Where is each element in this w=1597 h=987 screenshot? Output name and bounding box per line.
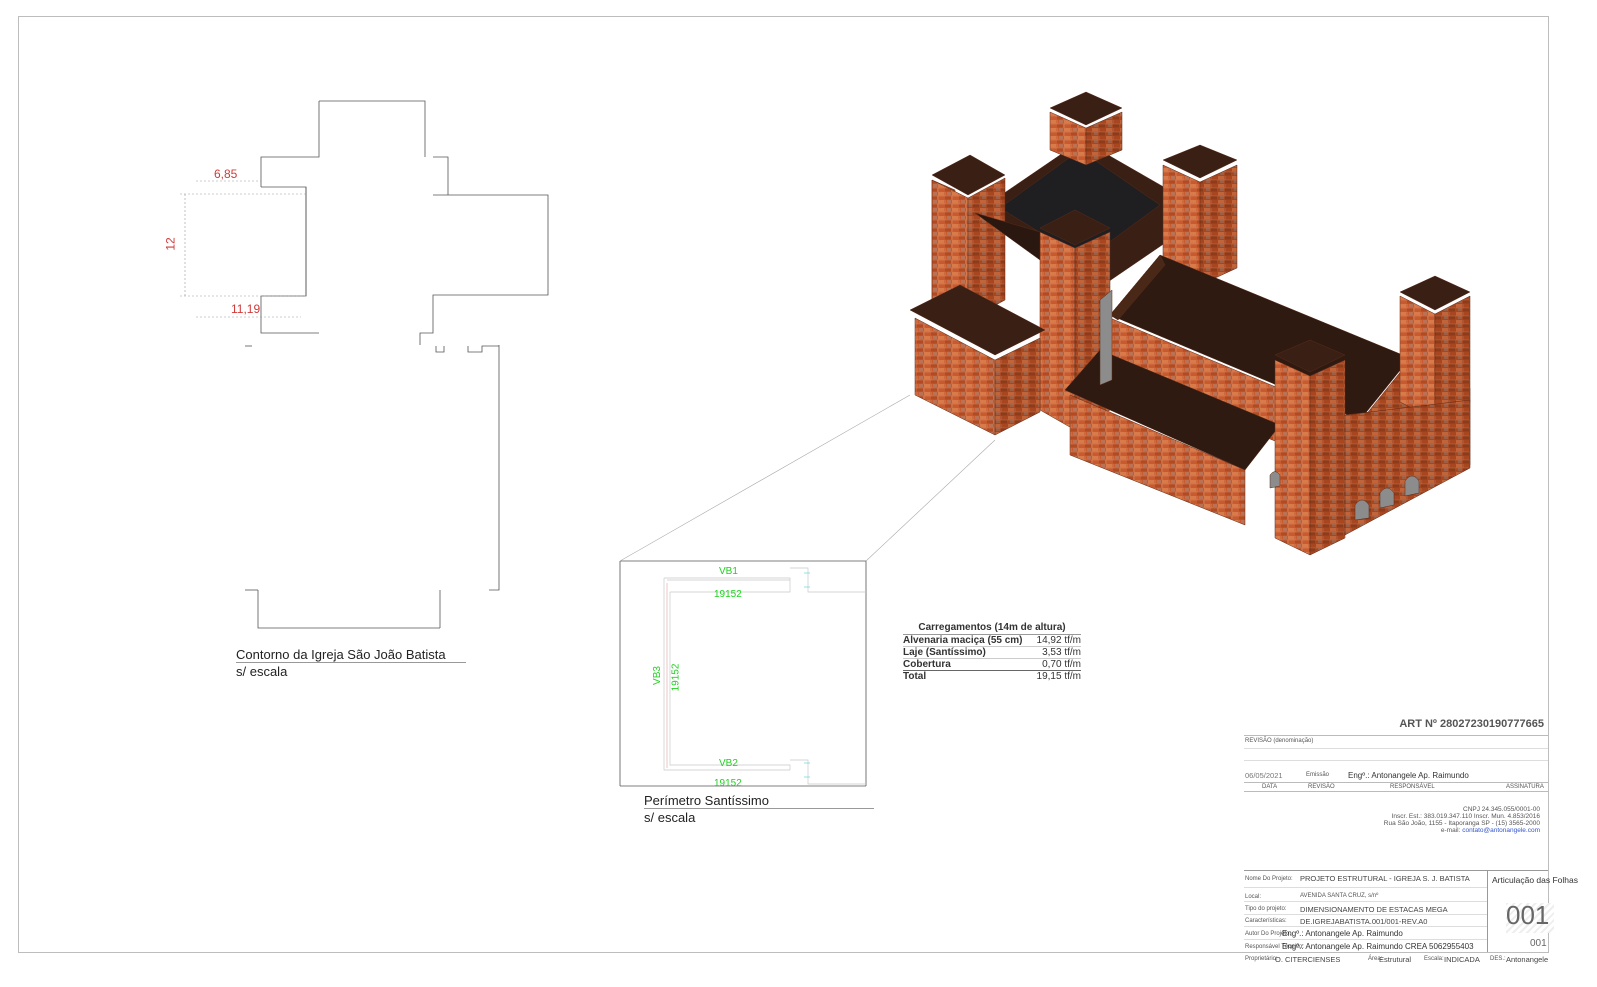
dim-bottom-label: 11,19 [231,302,261,316]
loads-row-value: 14,92 tf/m [1036,635,1081,646]
company-inscr: Inscr. Est.: 383.019.347.110 Inscr. Mun.… [1391,813,1540,820]
loads-row-label: Laje (Santíssimo) [903,647,986,658]
loads-row-label: Cobertura [903,659,951,670]
art-number: ART Nº 28027230190777665 [1399,718,1544,730]
loads-row-value: 19,15 tf/m [1036,671,1081,682]
loads-row-value: 0,70 tf/m [1042,659,1081,670]
company-info: CNPJ 24.345.055/0001-00 Inscr. Est.: 383… [1384,806,1540,834]
dim-top-label: 6,85 [214,167,238,181]
beam-vb3-length: 19152 [670,663,682,692]
area: Estrutural [1379,955,1412,964]
rule [1244,870,1548,871]
rule [1244,782,1548,783]
rule [1244,914,1487,915]
church-isometric-model [909,91,1471,556]
church-outline-plan [245,100,549,629]
perimeter-caption-underline [644,808,874,809]
loads-row-total: Total 19,15 tf/m [903,671,1081,682]
beam-vb1-label: VB1 [719,566,738,577]
rule [1244,748,1548,749]
loads-row: Cobertura 0,70 tf/m [903,659,1081,671]
perimeter-markers [804,572,810,778]
revision-date: 06/05/2021 [1245,771,1283,780]
company-email-link[interactable]: contato@antonangele.com [1462,827,1540,834]
rule [1244,901,1487,902]
des: Antonangele [1506,955,1549,964]
outline-caption-scale: s/ escala [236,664,288,679]
loads-row-value: 3,53 tf/m [1042,647,1081,658]
beam-vb2-label: VB2 [719,758,738,769]
loads-row-label: Total [903,671,927,682]
rule [1244,791,1548,792]
rule [1244,926,1487,927]
project-name: PROJETO ESTRUTURAL - IGREJA S. J. BATIST… [1300,874,1470,883]
owner: O. CITERCIENSES [1275,955,1341,964]
project-type: DIMENSIONAMENTO DE ESTACAS MEGA [1300,905,1448,914]
email-label: e-mail: [1440,827,1463,834]
col-date: DATA [1262,784,1278,790]
loads-row: Laje (Santíssimo) 3,53 tf/m [903,647,1081,659]
sheet-number-small: 001 [1530,938,1547,949]
location: AVENIDA SANTA CRUZ, s/nº [1300,893,1379,899]
rule [1244,735,1548,736]
location-label: Local: [1245,894,1262,900]
loads-row-label: Alvenaria maciça (55 cm) [903,635,1023,646]
perimeter-beams [663,567,866,785]
owner-label: Proprietário: [1245,956,1278,962]
beam-vb2-length: 19152 [714,778,742,789]
title-block: ART Nº 28027230190777665 REVISÃO (denomi… [1244,718,1578,952]
company-address: Rua São João, 1155 - Itaporanga SP - (15… [1383,820,1540,827]
col-responsible: RESPONSÁVEL [1390,784,1435,790]
des-label: DES.: [1490,956,1506,962]
perimeter-caption-title: Perímetro Santíssimo [644,793,769,808]
loads-table: Carregamentos (14m de altura) Alvenaria … [903,622,1081,682]
project-name-label: Nome Do Projeto: [1245,876,1293,882]
perimeter-caption-scale: s/ escala [644,810,696,825]
scale-label: Escala: [1424,956,1444,962]
loads-table-title: Carregamentos (14m de altura) [903,622,1081,635]
rule [1244,760,1548,761]
title-block-footer: Proprietário: O. CITERCIENSES Área: Estr… [1244,953,1548,965]
beam-vb3-label: VB3 [651,666,663,685]
loads-row: Alvenaria maciça (55 cm) 14,92 tf/m [903,635,1081,647]
tech-responsible: Engº.: Antonangele Ap. Raimundo CREA 506… [1282,942,1474,951]
author: Engº.: Antonangele Ap. Raimundo [1282,929,1403,938]
beam-vb1-length: 19152 [714,589,742,600]
revision-type: Emissão [1306,772,1330,778]
rule [1244,939,1487,940]
revision-label: REVISÃO (denominação) [1245,738,1314,744]
outline-caption-underline [236,662,466,663]
outline-dimensions [180,180,306,318]
outline-caption-title: Contorno da Igreja São João Batista [236,647,446,662]
company-cnpj: CNPJ 24.345.055/0001-00 [1463,806,1540,813]
rule [1487,870,1488,952]
project-type-label: Tipo do projeto: [1245,906,1287,912]
sheet-number-big: 001 [1506,900,1550,930]
scale: INDICADA [1444,955,1480,964]
revision-responsible: Engº.: Antonangele Ap. Raimundo [1348,771,1469,780]
col-revision: REVISÃO [1308,784,1335,790]
col-signature: ASSINATURA [1506,784,1544,790]
leader-lines [619,394,996,562]
dim-left-label: 12 [163,237,178,251]
sheets-title: Articulação das Folhas [1492,875,1578,885]
rule [1244,887,1487,888]
features-label: Características: [1245,918,1287,924]
features: DE.IGREJABATISTA.001/001-REV.A0 [1300,917,1428,926]
